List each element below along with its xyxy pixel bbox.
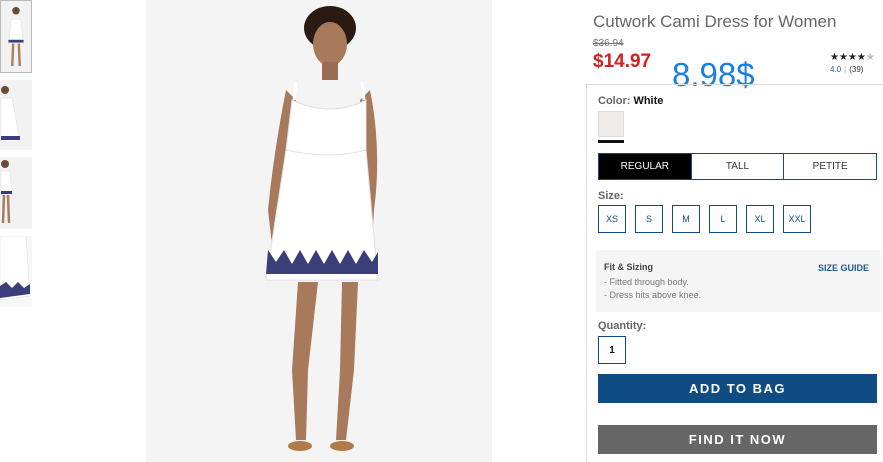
size-m-button[interactable]: M <box>672 205 700 233</box>
star-icon: ★ <box>838 52 848 63</box>
fit-sizing-box: Fit & Sizing SIZE GUIDE - Fitted through… <box>596 250 881 312</box>
thumbnail-detail[interactable] <box>0 236 32 307</box>
find-it-now-button[interactable]: FIND IT NOW <box>598 425 877 454</box>
thumbnail-detail-image <box>0 236 32 307</box>
thumbnail-front-image <box>1 2 31 71</box>
size-xs-button[interactable]: XS <box>598 205 626 233</box>
main-product-image <box>146 0 492 462</box>
fit-tab-tall[interactable]: TALL <box>690 154 784 179</box>
color-label-text: Color: <box>598 95 631 107</box>
selected-swatch-indicator <box>598 140 624 143</box>
star-icon: ★ <box>847 52 857 63</box>
thumbnail-side-image <box>0 80 32 150</box>
color-value: White <box>633 95 664 107</box>
fit-tab-petite[interactable]: PETITE <box>783 154 877 179</box>
review-count[interactable]: (39) <box>849 65 863 74</box>
add-to-bag-button[interactable]: ADD TO BAG <box>598 374 877 403</box>
size-s-button[interactable]: S <box>635 205 663 233</box>
rating-summary[interactable]: ★★★★★ 4.0 | (39) <box>830 52 880 74</box>
thumbnail-back[interactable] <box>0 157 32 229</box>
thumbnail-side[interactable] <box>0 80 32 150</box>
rating-score[interactable]: 4.0 <box>830 65 841 74</box>
fit-tab-regular[interactable]: REGULAR <box>599 154 691 179</box>
star-rating: ★★★★★ <box>830 52 880 63</box>
fit-sizing-item: - Fitted through body. <box>604 277 689 287</box>
star-icon: ★ <box>865 52 875 63</box>
fit-tabs: REGULAR TALL PETITE <box>598 153 877 180</box>
star-icon: ★ <box>830 52 839 63</box>
quantity-input[interactable] <box>598 336 626 364</box>
size-xl-button[interactable]: XL <box>746 205 774 233</box>
size-label: Size: <box>598 190 624 202</box>
fit-sizing-item: - Dress hits above knee. <box>604 290 702 300</box>
fit-sizing-list: - Fitted through body. - Dress hits abov… <box>604 276 701 302</box>
thumbnail-back-image <box>0 157 32 229</box>
size-guide-link[interactable]: SIZE GUIDE <box>818 263 869 273</box>
model-dress-illustration <box>146 0 492 462</box>
rating-meta: 4.0 | (39) <box>830 65 880 74</box>
quantity-label: Quantity: <box>598 320 647 332</box>
color-swatch-white[interactable] <box>598 111 624 137</box>
size-xxl-button[interactable]: XXL <box>783 205 811 233</box>
color-label: Color: White <box>598 95 663 107</box>
rating-separator: | <box>844 65 847 74</box>
product-title: Cutwork Cami Dress for Women <box>593 12 837 31</box>
fit-sizing-title: Fit & Sizing <box>604 262 653 272</box>
star-icon: ★ <box>856 52 866 63</box>
original-price: $36.94 <box>593 38 624 49</box>
thumbnail-front[interactable] <box>0 0 32 73</box>
sale-price: $14.97 <box>593 51 652 72</box>
size-l-button[interactable]: L <box>709 205 737 233</box>
